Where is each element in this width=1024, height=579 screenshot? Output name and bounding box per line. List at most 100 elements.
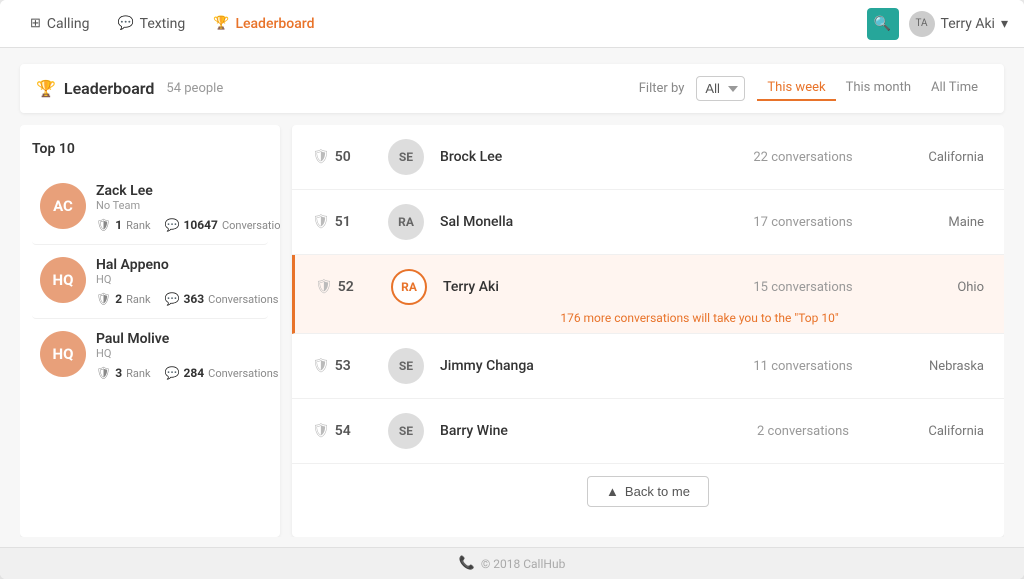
row-convs-54: 2 conversations	[738, 424, 868, 439]
filter-area: Filter by All This week This month All T…	[639, 76, 988, 101]
callhub-icon: 📞	[459, 556, 475, 571]
texting-label: Texting	[140, 16, 186, 32]
sidebar-initials-3: HQ	[53, 345, 74, 363]
sidebar-item-3[interactable]: HQ Paul Molive HQ 🛡 3 Rank 💬	[32, 319, 268, 392]
row-location-54: California	[884, 424, 984, 439]
shield-icon-3: 🛡	[96, 366, 111, 380]
sidebar-name-1: Zack Lee	[96, 183, 280, 199]
table-row: 🛡 51 RA Sal Monella 17 conversations Mai…	[292, 190, 1004, 255]
table-row-highlighted: 🛡 52 RA Terry Aki 15 conversations Ohio …	[292, 255, 1004, 334]
nav-leaderboard[interactable]: 🏆 Leaderboard	[199, 2, 328, 46]
chevron-up-icon: ▲	[606, 484, 619, 499]
sidebar-rank-1: 🛡 1 Rank	[96, 218, 151, 232]
nav-calling[interactable]: ⊞ Calling	[16, 2, 103, 46]
search-icon: 🔍	[874, 16, 891, 32]
row-avatar-51: RA	[388, 204, 424, 240]
leaderboard-title: Leaderboard	[64, 79, 155, 98]
row-location-52: Ohio	[884, 280, 984, 295]
rank-number: 50	[335, 149, 351, 165]
sidebar-rank-3: 🛡 3 Rank	[96, 366, 151, 380]
sidebar-avatar-2: HQ	[40, 257, 86, 303]
sidebar-convs-3: 💬 284 Conversations	[165, 366, 279, 380]
sidebar-avatar-3: HQ	[40, 331, 86, 377]
period-tabs: This week This month All Time	[757, 76, 988, 101]
rank-cell-51: 🛡 51	[312, 214, 372, 230]
back-to-me-button[interactable]: ▲ Back to me	[587, 476, 709, 507]
rank-number: 53	[335, 358, 351, 374]
main-content: 🏆 Leaderboard 54 people Filter by All Th…	[0, 48, 1024, 547]
leaderboard-icon: 🏆	[213, 16, 229, 31]
calling-label: Calling	[47, 16, 90, 32]
nav-left: ⊞ Calling 💬 Texting 🏆 Leaderboard	[16, 2, 328, 46]
sidebar-name-2: Hal Appeno	[96, 257, 278, 273]
table-row: 🛡 50 SE Brock Lee 22 conversations Calif…	[292, 125, 1004, 190]
filter-select[interactable]: All	[696, 76, 745, 101]
sidebar-info-1: Zack Lee No Team 🛡 1 Rank 💬 10647	[96, 183, 280, 232]
sidebar-avatar-1: AC	[40, 183, 86, 229]
shield-icon: 🛡	[312, 423, 330, 439]
sidebar-team-3: HQ	[96, 347, 278, 360]
back-to-me-label: Back to me	[625, 484, 690, 499]
sidebar-convs-2: 💬 363 Conversations	[165, 292, 279, 306]
sidebar-convs-1: 💬 10647 Conversations	[165, 218, 280, 232]
search-button[interactable]: 🔍	[867, 8, 899, 40]
shield-icon-1: 🛡	[96, 218, 111, 232]
filter-label: Filter by	[639, 81, 685, 96]
user-name: Terry Aki	[941, 16, 995, 32]
shield-icon: 🛡	[312, 149, 330, 165]
leaderboard-sidebar: Top 10 AC Zack Lee No Team 🛡 1 Rank	[20, 125, 280, 537]
shield-icon: 🛡	[312, 358, 330, 374]
shield-icon: 🛡	[312, 214, 330, 230]
row-location-50: California	[884, 150, 984, 165]
row-name-51: Sal Monella	[440, 214, 722, 230]
tab-all-time[interactable]: All Time	[921, 76, 988, 101]
trophy-icon: 🏆	[36, 79, 56, 98]
row-convs-53: 11 conversations	[738, 359, 868, 374]
sidebar-name-3: Paul Molive	[96, 331, 278, 347]
calling-icon: ⊞	[30, 16, 41, 31]
sidebar-team-1: No Team	[96, 199, 280, 212]
rank-cell-53: 🛡 53	[312, 358, 372, 374]
row-avatar-52: RA	[391, 269, 427, 305]
row-avatar-50: SE	[388, 139, 424, 175]
row-location-51: Maine	[884, 215, 984, 230]
rank-number: 54	[335, 423, 351, 439]
table-row: 🛡 53 SE Jimmy Changa 11 conversations Ne…	[292, 334, 1004, 399]
footer-text: © 2018 CallHub	[481, 557, 565, 571]
table-row: 🛡 54 SE Barry Wine 2 conversations Calif…	[292, 399, 1004, 464]
leaderboard-label: Leaderboard	[235, 16, 314, 32]
shield-icon: 🛡	[315, 279, 333, 295]
sidebar-info-2: Hal Appeno HQ 🛡 2 Rank 💬 363 Con	[96, 257, 278, 306]
sidebar-rank-2: 🛡 2 Rank	[96, 292, 151, 306]
sidebar-stats-1: 🛡 1 Rank 💬 10647 Conversations	[96, 218, 280, 232]
chat-icon-2: 💬	[165, 292, 180, 306]
sidebar-initials-1: AC	[53, 197, 73, 215]
row-location-53: Nebraska	[884, 359, 984, 374]
texting-icon: 💬	[117, 16, 133, 31]
row-convs-51: 17 conversations	[738, 215, 868, 230]
leaderboard-count: 54 people	[166, 81, 223, 96]
leaderboard-body: Top 10 AC Zack Lee No Team 🛡 1 Rank	[20, 125, 1004, 537]
rank-cell-50: 🛡 50	[312, 149, 372, 165]
rank-cell-52: 🛡 52	[315, 279, 375, 295]
tab-this-month[interactable]: This month	[836, 76, 921, 101]
row-convs-50: 22 conversations	[738, 150, 868, 165]
row-convs-52: 15 conversations	[738, 280, 868, 295]
user-menu-button[interactable]: TA Terry Aki ▾	[909, 11, 1008, 37]
tab-this-week[interactable]: This week	[757, 76, 835, 101]
highlight-message: 176 more conversations will take you to …	[395, 311, 1004, 329]
sidebar-title: Top 10	[32, 141, 268, 157]
sidebar-item-1[interactable]: AC Zack Lee No Team 🛡 1 Rank 💬	[32, 171, 268, 245]
footer: 📞 © 2018 CallHub	[0, 547, 1024, 579]
row-name-53: Jimmy Changa	[440, 358, 722, 374]
nav-texting[interactable]: 💬 Texting	[103, 2, 199, 46]
shield-icon-2: 🛡	[96, 292, 111, 306]
sidebar-info-3: Paul Molive HQ 🛡 3 Rank 💬 284 Co	[96, 331, 278, 380]
leaderboard-header: 🏆 Leaderboard 54 people Filter by All Th…	[20, 64, 1004, 113]
rank-number: 51	[335, 214, 351, 230]
sidebar-team-2: HQ	[96, 273, 278, 286]
row-name-54: Barry Wine	[440, 423, 722, 439]
row-name-50: Brock Lee	[440, 149, 722, 165]
sidebar-item-2[interactable]: HQ Hal Appeno HQ 🛡 2 Rank 💬	[32, 245, 268, 319]
chat-icon-1: 💬	[165, 218, 180, 232]
